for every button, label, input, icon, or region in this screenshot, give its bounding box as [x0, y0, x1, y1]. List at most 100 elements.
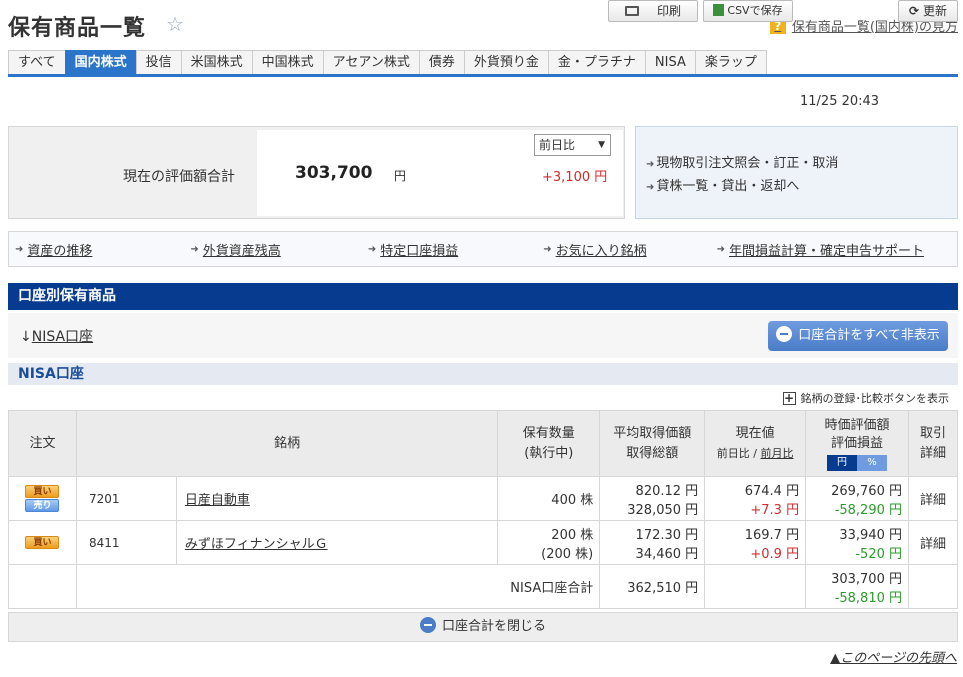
- arrow-bullet-icon: ➜: [716, 243, 726, 255]
- stock-code: 7201: [75, 476, 177, 521]
- tab-us-stocks[interactable]: 米国株式: [180, 50, 253, 74]
- tab-bonds[interactable]: 債券: [418, 50, 465, 74]
- link-fx-balance[interactable]: 外貨資産残高: [203, 240, 281, 259]
- register-compare-label: 銘柄の登録･比較ボタンを表示: [800, 392, 950, 405]
- table-row: 買い 売り 7201 日産自動車 400 株 820.12 円 328,050 円…: [8, 476, 958, 521]
- stock-code: 8411: [75, 520, 177, 565]
- tab-fx-deposits[interactable]: 外貨預り金: [463, 50, 549, 74]
- table-header-row: 注文 銘柄 保有数量 (執行中) 平均取得価額 取得総額 現在値 前日比 / 前月比 …: [8, 410, 958, 477]
- stock-name-link[interactable]: 日産自動車: [175, 476, 499, 521]
- close-totals-button[interactable]: 口座合計を閉じる: [8, 612, 958, 642]
- account-total-cost: 362,510 円: [599, 564, 706, 609]
- link-favorites[interactable]: お気に入り銘柄: [556, 240, 647, 259]
- refresh-icon: ⟳: [908, 4, 920, 18]
- month-change-sort[interactable]: 前月比: [760, 447, 793, 460]
- tab-gold-platinum[interactable]: 金・プラチナ: [547, 50, 646, 74]
- col-detail: 取引 詳細: [908, 410, 958, 477]
- total-valuation-unit: 円: [394, 169, 407, 183]
- section-title-bar: 口座別保有商品: [8, 283, 958, 310]
- day-change-sort[interactable]: 前日比: [717, 447, 750, 460]
- yen-percent-toggle[interactable]: 円%: [827, 454, 888, 471]
- arrow-bullet-icon: ➜: [646, 159, 655, 170]
- sell-button[interactable]: 売り: [25, 499, 60, 512]
- arrow-bullet-icon: ➜: [543, 243, 552, 255]
- quantity-cell: 200 株 (200 株): [497, 520, 601, 565]
- show-register-compare-toggle[interactable]: + 銘柄の登録･比較ボタンを表示: [782, 390, 950, 406]
- current-price-cell: 674.4 円 +7.3 円: [704, 476, 807, 521]
- nisa-account-anchor[interactable]: ↓NISA口座: [20, 326, 93, 346]
- refresh-button-label: 更新: [923, 4, 948, 18]
- average-cost-cell: 820.12 円 328,050 円: [599, 476, 706, 521]
- buy-button[interactable]: 買い: [25, 485, 60, 498]
- col-quantity: 保有数量 (執行中): [497, 410, 601, 477]
- back-to-top-link[interactable]: ▲このページの先頭へ: [830, 647, 957, 666]
- print-button-label: 印刷: [656, 4, 681, 18]
- stock-name-link[interactable]: みずほフィナンシャルＧ: [175, 520, 499, 565]
- arrow-bullet-icon: ➜: [190, 243, 199, 255]
- dropdown-arrow-icon: ▼: [598, 140, 605, 150]
- col-current-price: 現在値 前日比 / 前月比: [704, 410, 807, 477]
- printer-icon: [624, 6, 639, 16]
- link-asset-history[interactable]: 資産の推移: [27, 240, 92, 259]
- compare-period-value: 前日比: [539, 138, 576, 152]
- buy-button[interactable]: 買い: [25, 536, 60, 549]
- col-order: 注文: [8, 410, 77, 477]
- account-total-row: NISA口座合計 362,510 円 303,700 円 -58,810 円: [8, 564, 958, 609]
- market-value-cell: 33,940 円 -520 円: [805, 520, 909, 565]
- page-title: 保有商品一覧: [8, 16, 147, 41]
- csv-save-button[interactable]: CSVで保存: [703, 0, 793, 22]
- tab-funds[interactable]: 投信: [135, 50, 182, 74]
- page-header: 保有商品一覧 ☆ ? 保有商品一覧(国内株)の見方: [8, 8, 958, 41]
- product-tabs: すべて 国内株式 投信 米国株式 中国株式 アセアン株式 債券 外貨預り金 金・…: [8, 50, 958, 77]
- close-totals-label: 口座合計を閉じる: [441, 619, 546, 634]
- print-button[interactable]: 印刷: [608, 0, 698, 22]
- refresh-button[interactable]: ⟳ 更新: [898, 0, 958, 22]
- average-cost-cell: 172.30 円 34,460 円: [599, 520, 706, 565]
- hide-all-totals-button[interactable]: 口座合計をすべて非表示: [768, 321, 948, 351]
- order-cell: 買い 売り: [8, 476, 77, 521]
- account-total-value: 303,700 円 -58,810 円: [805, 564, 909, 609]
- table-row: 買い 8411 みずほフィナンシャルＧ 200 株 (200 株) 172.30 …: [8, 520, 958, 565]
- minus-circle-icon: [419, 617, 436, 633]
- total-valuation-label: 現在の評価額合計: [123, 169, 235, 185]
- link-annual-tax-support[interactable]: 年間損益計算・確定申告サポート: [729, 240, 924, 259]
- detail-link[interactable]: 詳細: [908, 520, 958, 565]
- arrow-bullet-icon: ➜: [646, 182, 655, 193]
- tab-china-stocks[interactable]: 中国株式: [251, 50, 324, 74]
- quick-links-bar: ➜ 資産の推移 ➜ 外貨資産残高 ➜ 特定口座損益 ➜ お気に入り銘柄 ➜ 年間損益計算・…: [8, 231, 958, 267]
- detail-link[interactable]: 詳細: [908, 476, 958, 521]
- arrow-bullet-icon: ➜: [15, 243, 24, 255]
- tab-rakuwrap[interactable]: 楽ラップ: [694, 50, 767, 74]
- minus-circle-icon: [776, 326, 793, 342]
- hide-all-totals-label: 口座合計をすべて非表示: [798, 328, 940, 343]
- link-specific-account-pl[interactable]: 特定口座損益: [380, 240, 458, 259]
- toggle-percent[interactable]: %: [857, 454, 888, 471]
- compare-period-select[interactable]: 前日比 ▼: [534, 134, 611, 156]
- toggle-yen[interactable]: 円: [827, 454, 858, 471]
- order-links-panel: ➜ 現物取引注文照会・訂正・取消 ➜ 貸株一覧・貸出・返却へ: [635, 126, 958, 219]
- account-nav-row: ↓NISA口座 口座合計をすべて非表示: [8, 313, 958, 358]
- quantity-cell: 400 株: [497, 476, 601, 521]
- tab-nisa[interactable]: NISA: [644, 50, 696, 74]
- tab-domestic-stocks[interactable]: 国内株式: [64, 50, 137, 74]
- valuation-summary: 現在の評価額合計 303,700 円: [8, 126, 625, 219]
- tab-asean-stocks[interactable]: アセアン株式: [322, 50, 420, 74]
- down-arrow-icon: ↓: [20, 329, 32, 345]
- account-total-label: NISA口座合計: [75, 564, 601, 609]
- spreadsheet-icon: [713, 4, 725, 16]
- plus-box-icon: +: [782, 390, 796, 405]
- col-market-value: 時価評価額 評価損益円%: [805, 410, 909, 477]
- holdings-table: 注文 銘柄 保有数量 (執行中) 平均取得価額 取得総額 現在値 前日比 / 前月比 …: [8, 410, 958, 609]
- total-valuation-value: 303,700: [295, 163, 373, 183]
- stock-lending-link[interactable]: ➜ 貸株一覧・貸出・返却へ: [646, 176, 957, 199]
- order-cell: 買い: [8, 520, 77, 565]
- col-average-cost: 平均取得価額 取得総額: [599, 410, 706, 477]
- nisa-account-heading: NISA口座: [8, 363, 958, 385]
- favorite-star-icon[interactable]: ☆: [166, 12, 184, 36]
- last-updated-timestamp: 11/25 20:43: [800, 94, 880, 109]
- nisa-account-anchor-label: NISA口座: [31, 329, 94, 345]
- current-price-cell: 169.7 円 +0.9 円: [704, 520, 807, 565]
- tab-all[interactable]: すべて: [8, 50, 66, 74]
- market-value-cell: 269,760 円 -58,290 円: [805, 476, 909, 521]
- order-inquiry-link[interactable]: ➜ 現物取引注文照会・訂正・取消: [646, 153, 957, 176]
